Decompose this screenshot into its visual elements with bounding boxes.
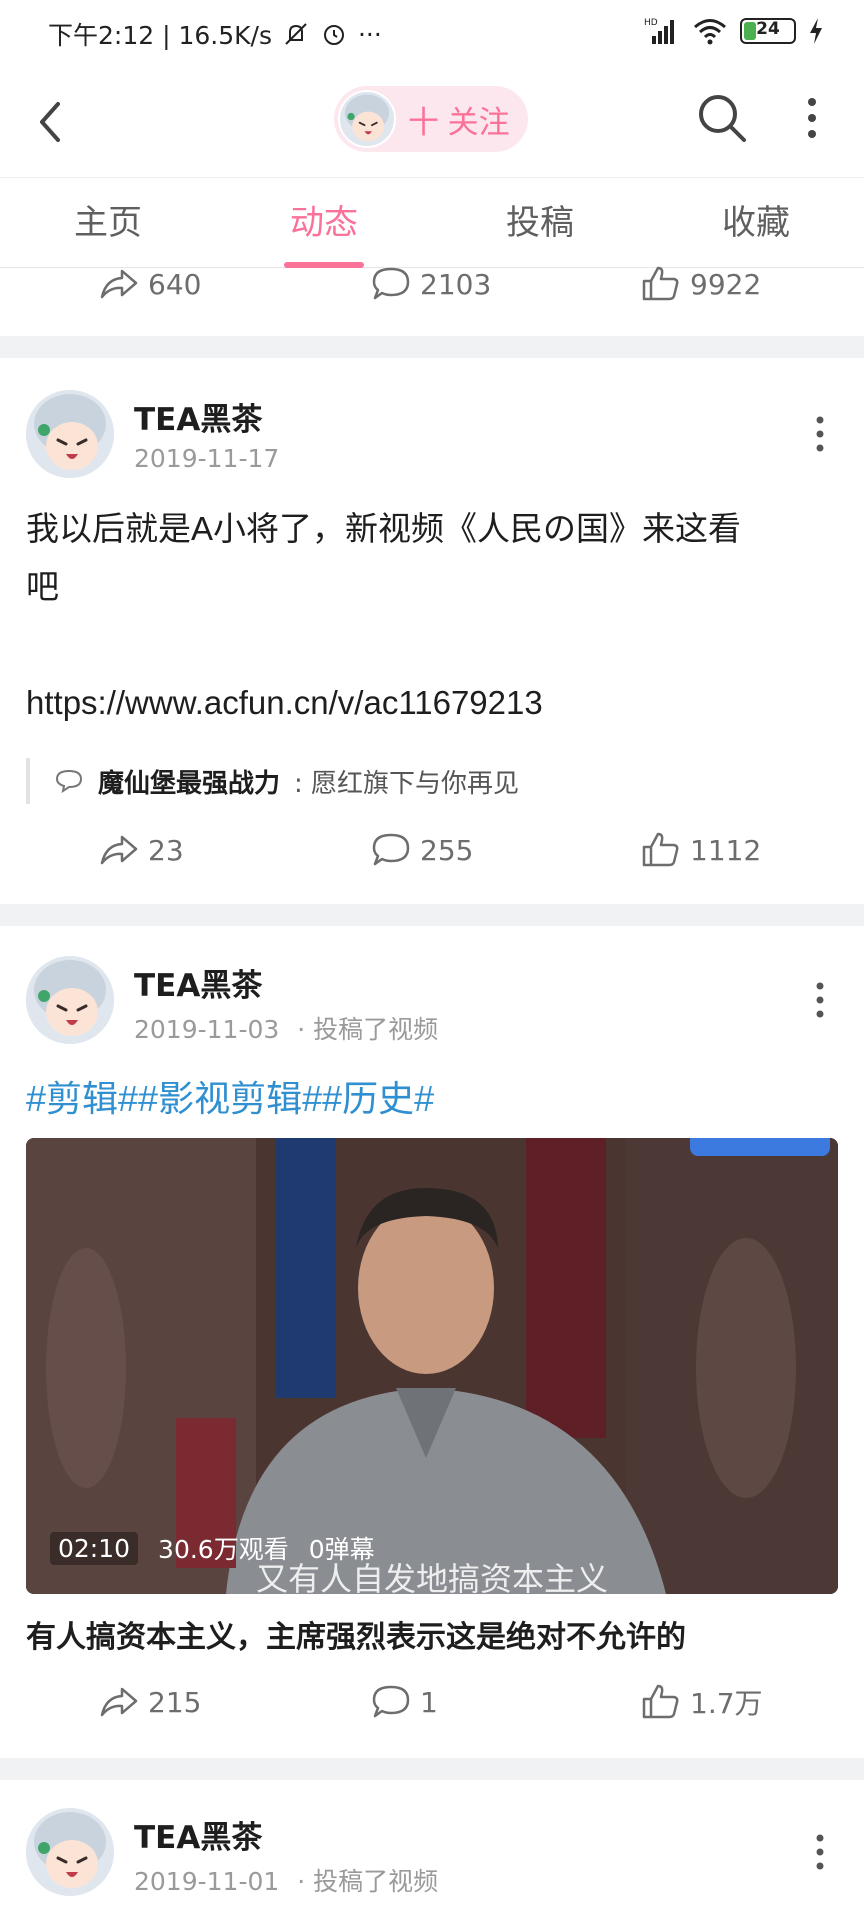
share-icon [100,835,138,865]
battery-indicator: 24 [740,18,796,44]
like-count: 9922 [690,267,762,301]
follow-button[interactable]: 十 关注 [334,86,528,152]
like-button[interactable]: 9922 [640,254,761,314]
post-text-line: 吧 [26,568,59,605]
like-count: 1112 [690,833,762,867]
more-vertical-icon[interactable] [806,410,834,458]
feed-divider [0,904,864,926]
post-meta: 2019-11-03 · 投稿了视频 [134,1010,438,1046]
video-danmaku: 0弹幕 [308,1535,375,1564]
signal-icon: HD [644,18,674,44]
share-icon [100,269,138,299]
share-button[interactable]: 23 [98,820,184,880]
avatar [338,90,396,148]
video-badge [690,1138,830,1156]
mute-bell-icon [285,23,307,45]
author-name[interactable]: TEA黑茶 [134,1812,262,1857]
comment-text: : 愿红旗下与你再见 [294,768,520,799]
comment-icon [372,833,410,866]
status-time-speed: 下午2:12 | 16.5K/s [48,21,272,50]
anime-avatar-icon [26,956,114,1044]
share-button[interactable]: 640 [98,254,201,314]
status-right: HD 24 [644,16,824,46]
comment-button[interactable]: 1 [370,1672,438,1732]
anime-avatar-icon [26,390,114,478]
prev-post-actions: 640 2103 9922 [0,254,864,314]
like-button[interactable]: 1.7万 [640,1672,763,1732]
post-actions: 215 1 1.7万 [0,1672,864,1732]
wifi-icon [694,19,726,45]
comment-button[interactable]: 2103 [370,254,491,314]
anime-avatar-icon [340,92,394,146]
video-thumbnail[interactable]: 又有人自发地搞资本主义 02:10 30.6万观看 0弹幕 [26,1138,838,1594]
video-frame-image [26,1138,838,1594]
charging-icon [810,18,822,44]
status-bar: 下午2:12 | 16.5K/s ··· HD 24 [0,0,864,66]
share-count: 215 [148,1685,202,1719]
like-count: 1.7万 [690,1687,763,1720]
post-actions: 23 255 1112 [0,820,864,880]
comment-icon [372,267,410,300]
post-action-type: · 投稿了视频 [297,1015,439,1044]
network-type: HD [644,18,658,28]
post-header: TEA黑茶 2019-11-03 · 投稿了视频 [0,956,864,1056]
post-header: TEA黑茶 2019-11-17 [0,390,864,490]
comment-button[interactable]: 255 [370,820,473,880]
post-date: 2019-11-01 [134,1867,280,1896]
avatar[interactable] [26,1808,114,1896]
comment-author[interactable]: 魔仙堡最强战力 [98,763,280,800]
thumbs-up-icon [642,832,679,867]
comment-icon [55,769,83,794]
more-vertical-icon[interactable] [796,90,828,146]
alarm-icon [323,25,344,45]
status-more: ··· [357,19,382,49]
comment-icon [372,1685,410,1718]
thumbs-up-icon [642,266,679,301]
more-vertical-icon[interactable] [806,1828,834,1876]
thumbs-up-icon [642,1684,679,1719]
follow-label: 十 关注 [408,104,510,140]
post-date: 2019-11-17 [134,444,280,473]
post-text: 我以后就是A小将了，新视频《人民の国》来这看 吧 https://www.acf… [26,500,838,732]
post-text-line: 我以后就是A小将了，新视频《人民の国》来这看 [26,510,742,547]
share-button[interactable]: 215 [98,1672,201,1732]
search-icon[interactable] [694,90,750,146]
anime-avatar-icon [26,1808,114,1896]
share-count: 640 [148,267,202,301]
top-nav: 十 关注 [0,66,864,178]
post-meta: 2019-11-01 · 投稿了视频 [134,1862,438,1898]
back-icon[interactable] [30,96,70,148]
comment-preview[interactable]: 魔仙堡最强战力 : 愿红旗下与你再见 [26,758,838,804]
post-link[interactable]: https://www.acfun.cn/v/ac11679213 [26,674,838,732]
video-duration: 02:10 [50,1531,139,1565]
video-views: 30.6万观看 [158,1535,289,1564]
comment-count: 2103 [420,267,492,301]
avatar[interactable] [26,390,114,478]
post-date: 2019-11-03 [134,1015,280,1044]
post-action-type: · 投稿了视频 [297,1867,439,1896]
more-vertical-icon[interactable] [806,976,834,1024]
share-icon [100,1687,138,1717]
comment-count: 255 [420,833,474,867]
post-tags[interactable]: #剪辑##影视剪辑##历史# [26,1070,434,1122]
video-title[interactable]: 有人搞资本主义，主席强烈表示这是绝对不允许的 [26,1612,838,1656]
avatar[interactable] [26,956,114,1044]
post-header: TEA黑茶 2019-11-01 · 投稿了视频 [0,1808,864,1908]
author-name[interactable]: TEA黑茶 [134,960,262,1005]
author-name[interactable]: TEA黑茶 [134,394,262,439]
video-stats: 02:10 30.6万观看 0弹幕 [50,1530,375,1566]
feed-divider [0,1758,864,1780]
feed-divider [0,336,864,358]
like-button[interactable]: 1112 [640,820,761,880]
comment-count: 1 [420,1685,438,1719]
share-count: 23 [148,833,184,867]
battery-percent: 24 [756,19,780,39]
status-left: 下午2:12 | 16.5K/s ··· [48,16,382,52]
